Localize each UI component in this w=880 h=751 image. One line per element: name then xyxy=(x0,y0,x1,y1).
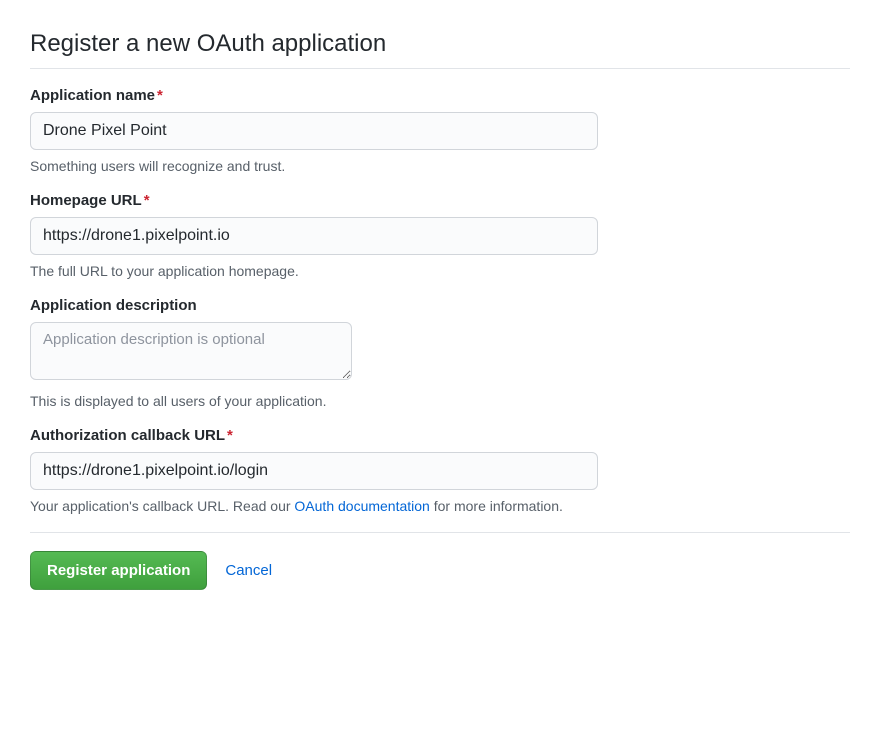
homepage-url-label: Homepage URL* xyxy=(30,192,850,209)
application-name-input[interactable] xyxy=(30,112,598,150)
field-homepage-url: Homepage URL* The full URL to your appli… xyxy=(30,192,850,279)
callback-url-hint: Your application's callback URL. Read ou… xyxy=(30,498,850,514)
application-description-hint: This is displayed to all users of your a… xyxy=(30,393,850,409)
application-name-label: Application name* xyxy=(30,87,850,104)
cancel-button[interactable]: Cancel xyxy=(225,562,272,579)
required-indicator: * xyxy=(157,87,163,104)
oauth-documentation-link[interactable]: OAuth documentation xyxy=(294,498,429,514)
callback-url-label: Authorization callback URL* xyxy=(30,427,850,444)
application-name-hint: Something users will recognize and trust… xyxy=(30,158,850,174)
callback-url-input[interactable] xyxy=(30,452,598,490)
required-indicator: * xyxy=(227,427,233,444)
form-actions: Register application Cancel xyxy=(30,532,850,590)
required-indicator: * xyxy=(144,192,150,209)
field-application-name: Application name* Something users will r… xyxy=(30,87,850,174)
page-title: Register a new OAuth application xyxy=(30,30,850,69)
application-description-label: Application description xyxy=(30,297,850,314)
homepage-url-input[interactable] xyxy=(30,217,598,255)
field-application-description: Application description This is displaye… xyxy=(30,297,850,409)
application-description-input[interactable] xyxy=(30,322,352,380)
field-callback-url: Authorization callback URL* Your applica… xyxy=(30,427,850,514)
register-application-button[interactable]: Register application xyxy=(30,551,207,590)
homepage-url-hint: The full URL to your application homepag… xyxy=(30,263,850,279)
